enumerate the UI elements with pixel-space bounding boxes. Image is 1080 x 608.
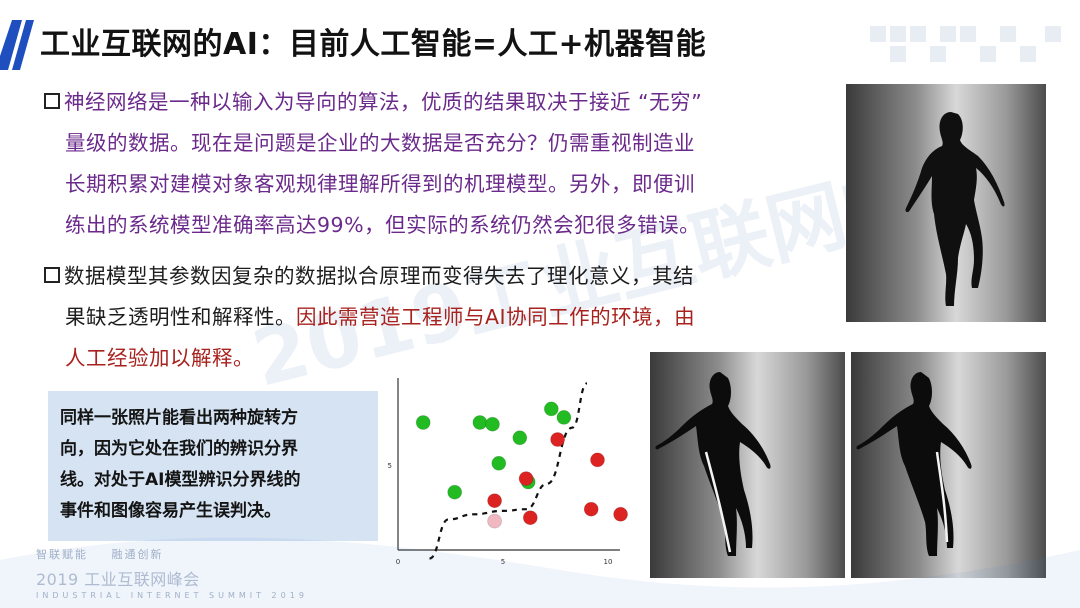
bullet-1-line-3: 长期积累对建模对象客观规律理解所得到的机理模型。另外，即便训 (65, 172, 695, 196)
scatter-point (472, 415, 488, 430)
title-stripes (0, 20, 34, 70)
note-line-3: 线。对处于AI模型辨识分界线的 (60, 470, 301, 490)
bullet-2-line-2-red: 因此需营造工程师与AI协同工作的环境，由 (296, 305, 696, 329)
bullet-1-line-1: 神经网络是一种以输入为导向的算法，优质的结果取决于接近 “无穷” (64, 90, 703, 114)
scatter-point (550, 432, 566, 447)
bullet-1-line-2: 量级的数据。现在是问题是企业的大数据是否充分？仍需重视制造业 (65, 131, 695, 155)
note-line-2: 向，因为它处在我们的辨识分界 (60, 439, 298, 459)
scatter-point (447, 484, 463, 500)
square-bullet-icon (44, 267, 60, 283)
footer-tag-1: 智联赋能 (36, 548, 88, 561)
square-bullet-icon (44, 93, 60, 109)
bullet-1-line-4: 练出的系统模型准确率高达99%，但实际的系统仍然会犯很多错误。 (65, 213, 701, 237)
page-title: 工业互联网的AI：目前人工智能=人工+机器智能 (40, 27, 707, 62)
bullet-2-line-2-dark: 果缺乏透明性和解释性。 (65, 305, 296, 329)
scatter-point (590, 452, 605, 468)
title-bar: 工业互联网的AI：目前人工智能=人工+机器智能 (0, 20, 1080, 70)
scatter-point (512, 430, 528, 446)
scatter-point (491, 455, 507, 471)
bullet-2-line-1: 数据模型其参数因复杂的数据拟合原理而变得失去了理化意义，其结 (64, 264, 694, 288)
scatter-point (415, 415, 431, 430)
footer-event-subtitle: INDUSTRIAL INTERNET SUMMIT 2019 (36, 591, 308, 600)
scatter-point (518, 471, 534, 486)
slide: 工业互联网的AI：目前人工智能=人工+机器智能 2019工业互联网峰会 神经网络… (0, 0, 1080, 608)
bullet-list: 神经网络是一种以输入为导向的算法，优质的结果取决于接近 “无穷” 量级的数据。现… (44, 82, 824, 389)
footer: 智联赋能 融通创新 2019 工业互联网峰会 INDUSTRIAL INTERN… (36, 546, 308, 600)
note-line-1: 同样一张照片能看出两种旋转方 (60, 408, 298, 428)
y-tick-label: 5 (388, 462, 392, 470)
dancer-silhouette (905, 112, 1005, 306)
scatter-point (485, 416, 500, 432)
scatter-point (556, 410, 572, 425)
bullet-1: 神经网络是一种以输入为导向的算法，优质的结果取决于接近 “无穷” 量级的数据。现… (44, 82, 824, 246)
scatter-point (543, 401, 559, 417)
photo-silhouette-large (846, 84, 1046, 322)
footer-event-name: 2019 工业互联网峰会 (36, 570, 200, 589)
footer-tag-2: 融通创新 (111, 548, 164, 561)
